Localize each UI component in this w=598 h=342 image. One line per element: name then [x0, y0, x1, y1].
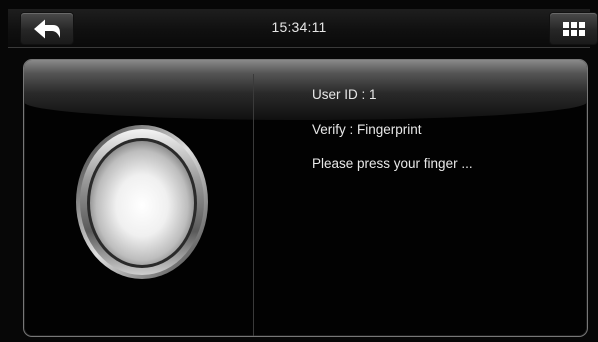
- menu-button[interactable]: [550, 13, 597, 44]
- fingerprint-sensor-area: [74, 123, 210, 281]
- verify-panel: User ID : 1 Verify : Fingerprint Please …: [23, 59, 588, 337]
- verification-screen: 15:34:11 User ID: 1 Verify: Fingerprin…: [0, 0, 598, 342]
- prompt-text: Please press your finger ...: [312, 156, 473, 171]
- panel-gloss: [24, 60, 587, 120]
- verify-mode-text: Verify : Fingerprint: [312, 122, 422, 137]
- clock-time: 15:34:11: [271, 19, 327, 35]
- top-bar: 15:34:11: [8, 9, 597, 48]
- panel-divider: [253, 74, 254, 336]
- user-id-text: User ID : 1: [312, 87, 377, 102]
- grid-menu-icon: [562, 21, 585, 36]
- fingerprint-sensor-icon: [76, 125, 208, 279]
